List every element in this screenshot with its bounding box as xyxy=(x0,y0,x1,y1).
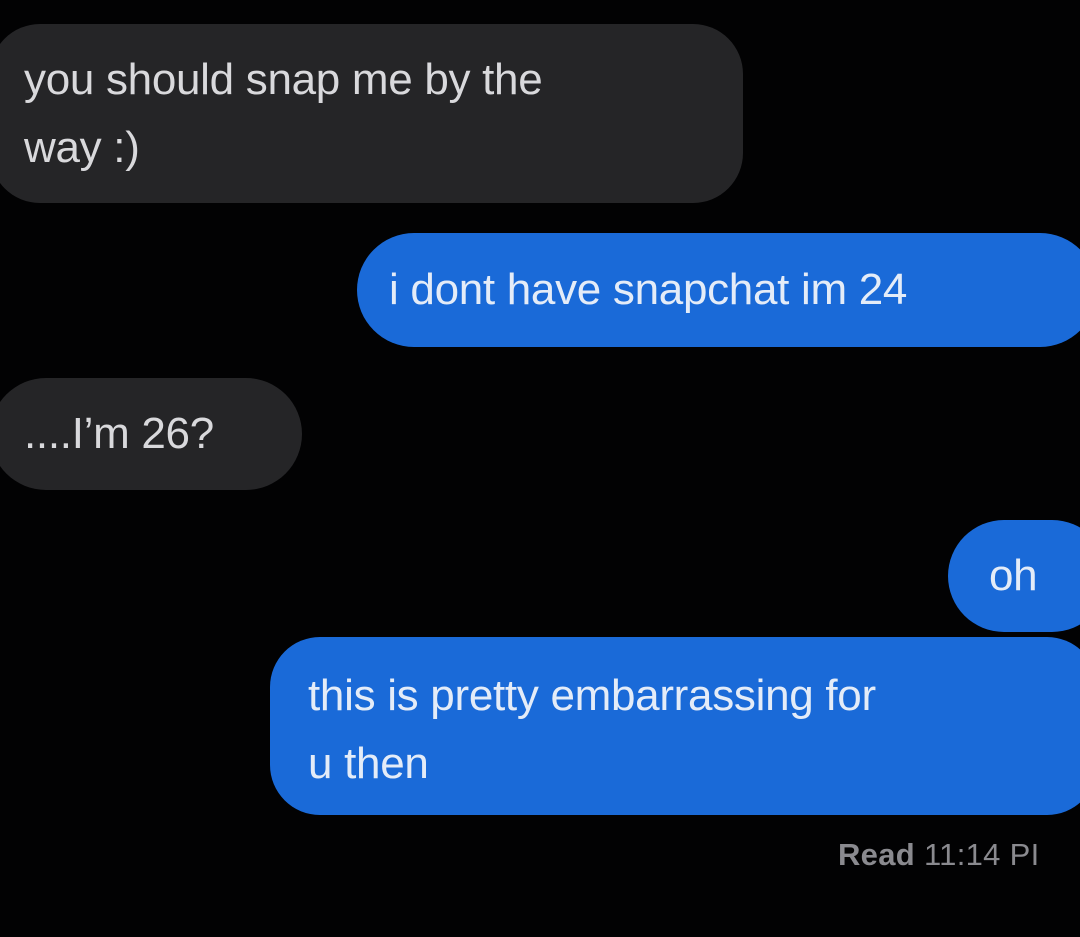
read-receipt: Read 11:14 PI xyxy=(838,837,1040,873)
message-thread: you should snap me by the way :) i dont … xyxy=(0,0,1080,937)
message-bubble-sent[interactable]: oh xyxy=(948,520,1080,632)
message-text-line: this is pretty embarrassing for xyxy=(308,671,876,720)
message-bubble-received[interactable]: you should snap me by the way :) xyxy=(0,24,743,203)
message-text-line: you should snap me by the xyxy=(24,55,543,104)
message-text-line: way :) xyxy=(24,123,140,172)
message-bubble-sent[interactable]: this is pretty embarrassing for u then xyxy=(270,637,1080,815)
message-text-line: ....I’m 26? xyxy=(24,409,214,458)
message-bubble-received[interactable]: ....I’m 26? xyxy=(0,378,302,490)
message-text-line: u then xyxy=(308,739,429,788)
message-text-line: oh xyxy=(989,551,1038,600)
message-text-line: i dont have snapchat im 24 xyxy=(389,265,908,314)
read-receipt-label: Read xyxy=(838,837,916,872)
read-receipt-time: 11:14 PI xyxy=(923,837,1040,872)
message-bubble-sent[interactable]: i dont have snapchat im 24 xyxy=(357,233,1080,347)
